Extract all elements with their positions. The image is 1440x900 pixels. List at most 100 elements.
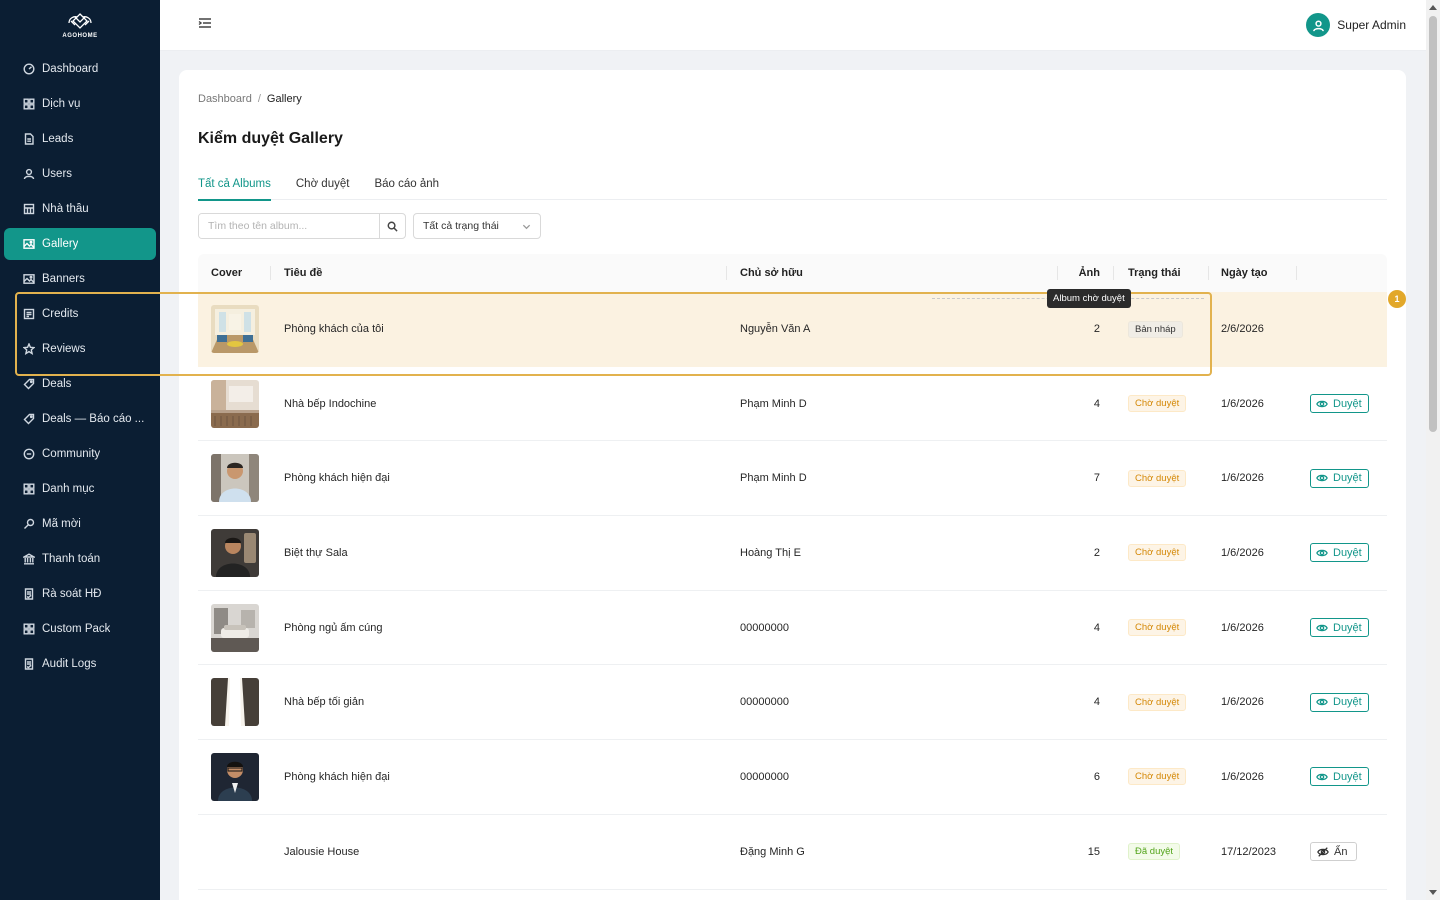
action-label: Duyệt <box>1333 472 1362 485</box>
table-row[interactable]: Biệt thự Sala Hoàng Thị E 2 Chờ duyệt 1/6/20… <box>198 516 1387 591</box>
cover-thumbnail[interactable] <box>211 379 259 428</box>
hide-button[interactable]: Ẩn <box>1310 842 1358 862</box>
sidebar-item-label: Nhà thầu <box>42 203 89 215</box>
cell-created-date: 2/6/2026 <box>1221 323 1264 336</box>
search-icon <box>387 221 398 232</box>
scroll-thumb[interactable] <box>1429 16 1437 432</box>
menu-toggle-icon[interactable] <box>198 16 212 35</box>
table-header: Cover Tiêu đề Chủ sở hữu Ảnh Trạng thái … <box>198 254 1387 292</box>
approve-button[interactable]: Duyệt <box>1310 543 1369 563</box>
sidebar-item-nha-thau[interactable]: Nhà thầu <box>4 193 156 225</box>
cell-owner: 00000000 <box>740 621 789 634</box>
cell-title[interactable]: Phòng khách hiện đại <box>271 441 727 515</box>
cover-thumbnail[interactable] <box>211 678 259 727</box>
cell-title[interactable]: Phòng khách của tôi <box>271 292 727 367</box>
scroll-down-arrow[interactable] <box>1429 890 1437 895</box>
cell-status: Chờ duyệt <box>1114 591 1209 665</box>
sidebar-item-users[interactable]: Users <box>4 158 156 190</box>
cell-actions: Duyệt <box>1297 516 1387 590</box>
sidebar: AGOHOME Dashboard Dịch vụ Leads Users Nhà th… <box>0 0 160 900</box>
status-badge: Chờ duyệt <box>1128 693 1187 711</box>
chat-icon <box>22 447 36 461</box>
approve-button[interactable]: Duyệt <box>1310 767 1369 787</box>
cell-created-date: 1/6/2026 <box>1221 696 1264 709</box>
table-row[interactable]: Phòng ngủ ấm cúng 00000000 4 Chờ duyệt 1/6/2… <box>198 591 1387 666</box>
cell-status: Chờ duyệt <box>1114 367 1209 441</box>
sidebar-item-community[interactable]: Community <box>4 438 156 470</box>
cell-created-date: 1/6/2026 <box>1221 472 1264 485</box>
sidebar-item-deals[interactable]: Deals <box>4 368 156 400</box>
cover-thumbnail[interactable] <box>211 528 259 577</box>
content-card: Dashboard / Gallery Kiểm duyệt Gallery Tất… <box>179 70 1406 900</box>
tab-all-albums[interactable]: Tất cả Albums <box>198 168 271 201</box>
cell-photo-count: 6 <box>1093 770 1100 783</box>
sidebar-item-dich-vu[interactable]: Dịch vụ <box>4 88 156 120</box>
action-label: Duyệt <box>1333 770 1362 783</box>
tab-pending[interactable]: Chờ duyệt <box>296 168 350 200</box>
table-row[interactable]: Phòng khách của tôi Nguyễn Văn A 2 Bản nháp… <box>198 292 1387 367</box>
search-button[interactable] <box>379 214 405 238</box>
sidebar-item-label: Mã mời <box>42 518 81 530</box>
table-row[interactable]: Jalousie House Đặng Minh G 15 Đã duyệt 17/12… <box>198 815 1387 890</box>
sidebar-item-dashboard[interactable]: Dashboard <box>4 53 156 85</box>
approve-button[interactable]: Duyệt <box>1310 618 1369 638</box>
cell-actions: Duyệt <box>1297 441 1387 515</box>
cover-thumbnail[interactable] <box>211 603 259 652</box>
scroll-up-arrow[interactable] <box>1429 5 1437 10</box>
sidebar-item-credits[interactable]: Credits <box>4 298 156 330</box>
tour-step-badge[interactable]: 1 <box>1388 290 1406 308</box>
sidebar-item-ma-moi[interactable]: Mã mời <box>4 508 156 540</box>
star-icon <box>22 342 36 356</box>
breadcrumb-root[interactable]: Dashboard <box>198 93 252 105</box>
tour-tooltip: Album chờ duyệt <box>1047 289 1131 308</box>
sidebar-item-leads[interactable]: Leads <box>4 123 156 155</box>
sidebar-item-audit-logs[interactable]: Audit Logs <box>4 648 156 680</box>
cell-title[interactable]: Nhà bếp Indochine <box>271 367 727 441</box>
table-row[interactable]: Nhà bếp Indochine Phạm Minh D 4 Chờ duyệt 1/… <box>198 367 1387 442</box>
sidebar-item-gallery[interactable]: Gallery <box>4 228 156 260</box>
cell-owner: Nguyễn Văn A <box>740 323 811 336</box>
status-badge: Chờ duyệt <box>1128 469 1187 487</box>
eye-off-icon <box>1317 846 1329 857</box>
cell-title[interactable]: Nhà bếp tối giản <box>271 665 727 739</box>
sidebar-item-banners[interactable]: Banners <box>4 263 156 295</box>
approve-button[interactable]: Duyệt <box>1310 692 1369 712</box>
cell-title[interactable]: Phòng ngủ ấm cúng <box>271 591 727 665</box>
cell-title[interactable]: Biệt thự Sala <box>271 516 727 590</box>
page-scrollbar[interactable] <box>1426 0 1440 900</box>
table-row[interactable]: Nhà bếp tối giản 00000000 4 Chờ duyệt 1/6/20… <box>198 665 1387 741</box>
cell-owner: Phạm Minh D <box>740 397 807 410</box>
approve-button[interactable]: Duyệt <box>1310 394 1369 414</box>
breadcrumb-separator: / <box>257 93 261 105</box>
tab-photo-reports[interactable]: Báo cáo ảnh <box>374 168 439 200</box>
cell-photo-count: 4 <box>1093 696 1100 709</box>
cover-thumbnail[interactable] <box>211 752 259 801</box>
status-filter-select[interactable]: Tất cả trạng thái <box>413 213 541 239</box>
cell-photo-count: 4 <box>1093 397 1100 410</box>
action-label: Duyệt <box>1333 696 1362 709</box>
cell-title[interactable]: Phòng khách hiện đại <box>271 740 727 814</box>
table-row[interactable]: Phòng khách hiện đại 00000000 6 Chờ duyệt 1/… <box>198 740 1387 815</box>
cover-thumbnail[interactable] <box>211 305 259 354</box>
action-label: Duyệt <box>1333 397 1362 410</box>
sidebar-item-deals-bao-cao[interactable]: Deals — Báo cáo ... <box>4 403 156 435</box>
search-input[interactable] <box>199 214 379 238</box>
user-menu[interactable]: Super Admin <box>1306 13 1406 37</box>
table-row[interactable]: Phòng khách hiện đại Phạm Minh D 7 Chờ duyệ… <box>198 441 1387 517</box>
cell-title[interactable]: Jalousie House <box>271 815 727 889</box>
cover-thumbnail[interactable] <box>211 454 259 503</box>
sidebar-item-label: Rà soát HĐ <box>42 588 102 600</box>
sidebar-item-reviews[interactable]: Reviews <box>4 333 156 365</box>
sidebar-item-danh-muc[interactable]: Danh mục <box>4 473 156 505</box>
eye-icon <box>1316 475 1328 482</box>
cell-cover <box>198 665 271 739</box>
cell-actions: Duyệt <box>1297 740 1387 814</box>
sidebar-item-custom-pack[interactable]: Custom Pack <box>4 613 156 645</box>
approve-button[interactable]: Duyệt <box>1310 468 1369 488</box>
sidebar-item-ra-soat-hd[interactable]: Rà soát HĐ <box>4 578 156 610</box>
sidebar-item-thanh-toan[interactable]: Thanh toán <box>4 543 156 575</box>
eye-icon <box>1316 624 1328 631</box>
image-icon <box>22 237 36 251</box>
brand-logo[interactable]: AGOHOME <box>0 0 160 50</box>
cell-created-date: 17/12/2023 <box>1221 845 1277 858</box>
